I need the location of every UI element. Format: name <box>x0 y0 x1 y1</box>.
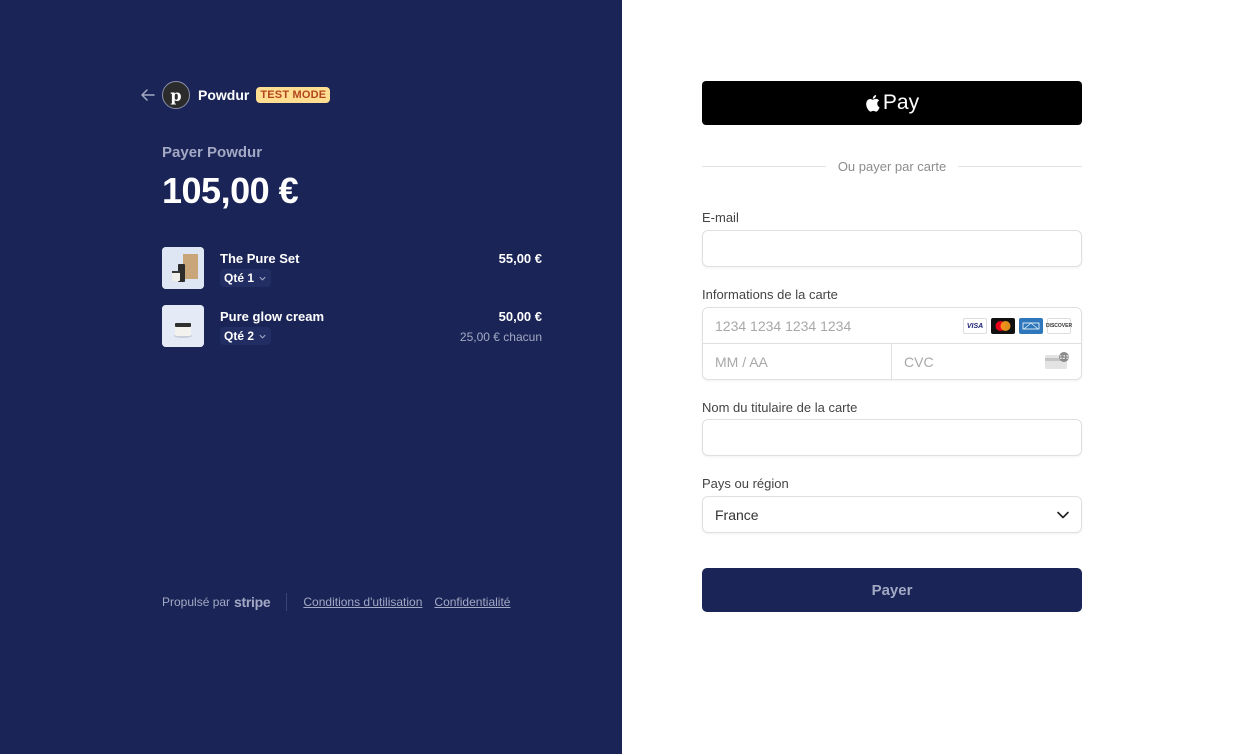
total-amount: 105,00 € <box>162 170 299 211</box>
email-field[interactable] <box>703 231 1081 266</box>
unit-price: 25,00 € chacun <box>459 330 542 344</box>
country-label: Pays ou région <box>702 476 789 491</box>
stripe-logo[interactable]: stripe <box>234 594 271 610</box>
cvc-cell: 123 <box>892 344 1081 380</box>
product-image <box>162 247 204 289</box>
order-summary-panel: p Powdur TEST MODE Payer Powdur 105,00 €… <box>0 0 622 754</box>
chevron-down-icon <box>259 276 266 281</box>
privacy-link[interactable]: Confidentialité <box>434 595 510 609</box>
payment-panel: Pay Ou payer par carte E-mail Informatio… <box>622 0 1240 754</box>
country-select[interactable]: France <box>702 496 1082 533</box>
cardholder-name-input[interactable] <box>703 420 1081 455</box>
merchant-name: Powdur <box>198 87 250 103</box>
apple-pay-label: Pay <box>882 91 920 114</box>
card-number-input[interactable] <box>703 308 953 344</box>
or-pay-by-card-text: Ou payer par carte <box>837 158 947 174</box>
item-price: 50,00 € <box>498 309 542 324</box>
quantity-label: Qté 2 <box>224 329 255 343</box>
card-info-group: VISA DISCOVER 123 <box>702 307 1082 380</box>
apple-icon <box>866 95 880 112</box>
back-arrow-icon[interactable] <box>140 87 156 103</box>
item-name: The Pure Set <box>220 251 300 266</box>
item-name: Pure glow cream <box>220 309 325 324</box>
cardholder-label: Nom du titulaire de la carte <box>702 400 858 415</box>
svg-text:123: 123 <box>1059 355 1069 361</box>
chevron-down-icon <box>1057 511 1069 518</box>
powered-by-label: Propulsé par <box>162 595 231 609</box>
amex-icon <box>1019 318 1043 334</box>
terms-link[interactable]: Conditions d'utilisation <box>303 595 422 609</box>
product-image <box>162 305 204 347</box>
discover-icon: DISCOVER <box>1046 318 1072 334</box>
visa-icon: VISA <box>963 318 987 334</box>
line-item: The Pure Set Qté 1 55,00 € <box>162 247 542 291</box>
card-brands: VISA DISCOVER <box>963 318 1072 334</box>
test-mode-badge: TEST MODE <box>256 87 331 103</box>
apple-pay-button[interactable]: Pay <box>702 81 1082 125</box>
or-divider: Ou payer par carte <box>702 156 1083 176</box>
cvc-card-icon: 123 <box>1045 352 1069 369</box>
quantity-label: Qté 1 <box>224 271 255 285</box>
email-label: E-mail <box>702 210 739 225</box>
expiry-input[interactable] <box>703 344 891 380</box>
item-price: 55,00 € <box>498 251 542 266</box>
card-info-label: Informations de la carte <box>702 287 838 302</box>
merchant-logo: p <box>162 81 190 109</box>
mastercard-icon <box>991 318 1015 334</box>
pay-button[interactable]: Payer <box>702 568 1082 612</box>
quantity-selector[interactable]: Qté 1 <box>220 269 272 287</box>
email-field-wrapper <box>702 230 1082 267</box>
pay-merchant-label: Payer Powdur <box>162 144 263 161</box>
expiry-cell <box>703 344 892 380</box>
footer: Propulsé par stripe Conditions d'utilisa… <box>162 592 522 612</box>
footer-divider <box>286 593 288 611</box>
chevron-down-icon <box>259 334 266 339</box>
cardholder-field-wrapper <box>702 419 1082 456</box>
line-item: Pure glow cream Qté 2 50,00 € 25,00 € ch… <box>162 305 542 349</box>
merchant-header: p Powdur TEST MODE <box>140 81 331 109</box>
country-value: France <box>715 506 759 523</box>
quantity-selector[interactable]: Qté 2 <box>220 327 272 345</box>
card-number-row: VISA DISCOVER <box>703 308 1081 344</box>
